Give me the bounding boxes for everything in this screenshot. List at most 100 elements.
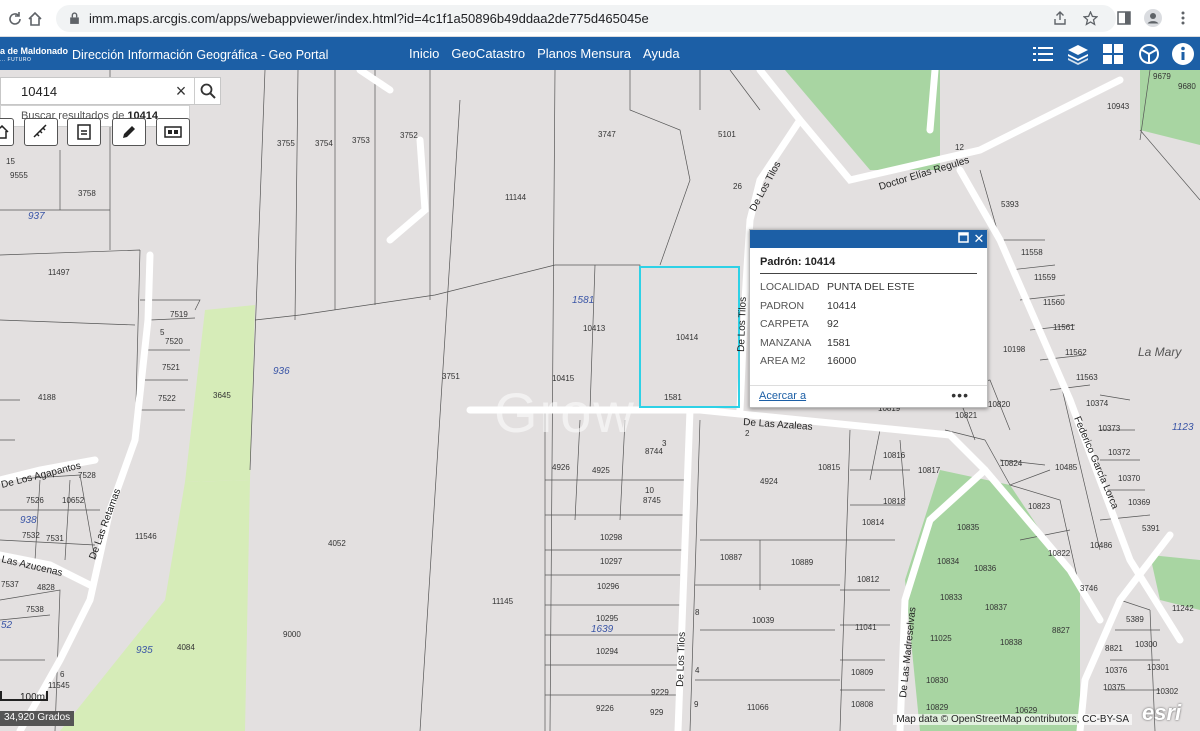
street-label-tilos-mid: De Los Tilos — [736, 297, 749, 352]
attribute-value: 10414 — [827, 299, 857, 312]
search-input[interactable] — [21, 83, 181, 99]
star-icon[interactable] — [1080, 8, 1100, 28]
parcel-label: 5393 — [1001, 200, 1019, 209]
map-view[interactable]: 937 936 938 1581 1639 935 52 1123 9555 3… — [0, 70, 1200, 731]
parcel-label: 10833 — [940, 593, 963, 602]
attribute-row: LOCALIDAD PUNTA DEL ESTE — [760, 281, 977, 300]
block-label-935: 935 — [136, 645, 153, 656]
parcel-label: 10814 — [862, 518, 885, 527]
grid-icon[interactable] — [1100, 41, 1126, 67]
browser-toolbar: imm.maps.arcgis.com/apps/webappviewer/in… — [0, 0, 1200, 37]
attribute-key: AREA M2 — [760, 355, 806, 367]
parcel-popup: ✕ Padrón: 10414 LOCALIDAD PUNTA DEL ESTE… — [749, 229, 988, 408]
tool-draw-button[interactable] — [112, 118, 146, 146]
parcel-label: 10829 — [926, 703, 949, 712]
tool-home-button[interactable] — [0, 118, 14, 146]
search-button[interactable] — [194, 78, 221, 104]
parcel-label: 4828 — [37, 583, 55, 592]
measure-icon — [33, 124, 47, 138]
parcel-label: 10300 — [1135, 640, 1158, 649]
parcel-label: 8744 — [645, 447, 663, 456]
parcel-label: 5391 — [1142, 524, 1160, 533]
parcel-label: 11497 — [48, 268, 70, 277]
tool-compare-button[interactable] — [156, 118, 190, 146]
parcel-label: 10824 — [1000, 459, 1023, 468]
parcel-label: 10821 — [955, 411, 978, 420]
block-label-938: 938 — [20, 515, 37, 526]
parcel-label: 11145 — [492, 597, 514, 606]
address-bar[interactable]: imm.maps.arcgis.com/apps/webappviewer/in… — [56, 5, 1116, 32]
nav-ayuda[interactable]: Ayuda — [643, 46, 680, 61]
pencil-icon — [123, 126, 135, 138]
parcel-label: 8 — [695, 608, 700, 617]
clear-icon[interactable]: × — [171, 81, 191, 101]
share-icon[interactable] — [1050, 8, 1070, 28]
parcel-label: 9229 — [651, 688, 669, 697]
tool-print-button[interactable] — [67, 118, 101, 146]
parcel-label: 10838 — [1000, 638, 1023, 647]
parcel-label: 10817 — [918, 466, 941, 475]
zoom-to-link[interactable]: Acercar a — [759, 390, 806, 402]
parcel-label: 10818 — [883, 497, 906, 506]
info-icon[interactable] — [1170, 41, 1196, 67]
parcel-label: 9680 — [1178, 82, 1196, 91]
parcel-label: 5 — [160, 328, 165, 337]
popup-title: Padrón: 10414 — [760, 256, 977, 274]
parcel-label: 10302 — [1156, 687, 1179, 696]
nav-inicio[interactable]: Inicio — [409, 46, 439, 61]
parcel-label: 10198 — [1003, 345, 1026, 354]
parcel-label: 929 — [650, 708, 664, 717]
more-options-icon[interactable]: ••• — [951, 387, 969, 403]
nav-geocatastro[interactable]: GeoCatastro — [451, 46, 525, 61]
attribute-key: LOCALIDAD — [760, 281, 820, 293]
layers-icon[interactable] — [1065, 41, 1091, 67]
parcel-label: 10375 — [1103, 683, 1126, 692]
basemap-icon[interactable] — [1136, 41, 1162, 67]
parcel-label: 10301 — [1147, 663, 1170, 672]
parcel-label: 4 — [695, 666, 700, 675]
watermark: Grow — [494, 381, 636, 444]
parcel-label: 2 — [745, 429, 750, 438]
parcel-label: 10835 — [957, 523, 980, 532]
parcel-label: 10834 — [937, 557, 960, 566]
close-icon[interactable]: ✕ — [972, 232, 986, 246]
parcel-label: 10294 — [596, 647, 619, 656]
parcel-label: 10830 — [926, 676, 949, 685]
parcel-label: 10836 — [974, 564, 997, 573]
tool-measure-button[interactable] — [24, 118, 58, 146]
parcel-label: 11560 — [1043, 298, 1065, 307]
parcel-label: 11546 — [135, 532, 157, 541]
parcel-label: 4188 — [38, 393, 56, 402]
park-top — [785, 70, 940, 170]
parcel-label: 7526 — [26, 496, 44, 505]
home-icon[interactable] — [22, 6, 48, 32]
maximize-icon[interactable] — [956, 232, 970, 246]
compare-icon — [164, 126, 182, 138]
attribute-row: CARPETA 92 — [760, 318, 977, 337]
parcel-label: 7531 — [46, 534, 64, 543]
parcel-label: 10652 — [62, 496, 85, 505]
url-text: imm.maps.arcgis.com/apps/webappviewer/in… — [89, 11, 649, 26]
parcel-label: 3755 — [277, 139, 295, 148]
nav-planos-mensura[interactable]: Planos Mensura — [537, 46, 631, 61]
esri-logo: esri — [1142, 700, 1182, 725]
map-attribution: Map data © OpenStreetMap contributors, C… — [893, 714, 1132, 725]
attribute-key: PADRON — [760, 299, 805, 312]
profile-icon[interactable] — [1143, 8, 1163, 28]
parcel-label: 10486 — [1090, 541, 1113, 550]
parcel-label: 10373 — [1098, 424, 1121, 433]
menu-kebab-icon[interactable] — [1173, 8, 1193, 28]
parcel-label: 5101 — [718, 130, 736, 139]
brand-tagline: ... FUTURO — [0, 57, 32, 63]
parcel-label: 9555 — [10, 171, 28, 180]
parcel-label: 3758 — [78, 189, 96, 198]
block-label-937: 937 — [28, 211, 45, 222]
street-label-retamas: De Las Retamas — [87, 487, 123, 561]
list-icon[interactable] — [1030, 41, 1056, 67]
parcel-label: 10369 — [1128, 498, 1151, 507]
parcel-label: 10 — [645, 486, 654, 495]
attribute-key: CARPETA — [760, 318, 809, 330]
sidepanel-icon[interactable] — [1114, 8, 1134, 28]
parcel-label: 3752 — [400, 131, 418, 140]
parcel-label: 10809 — [851, 668, 874, 677]
